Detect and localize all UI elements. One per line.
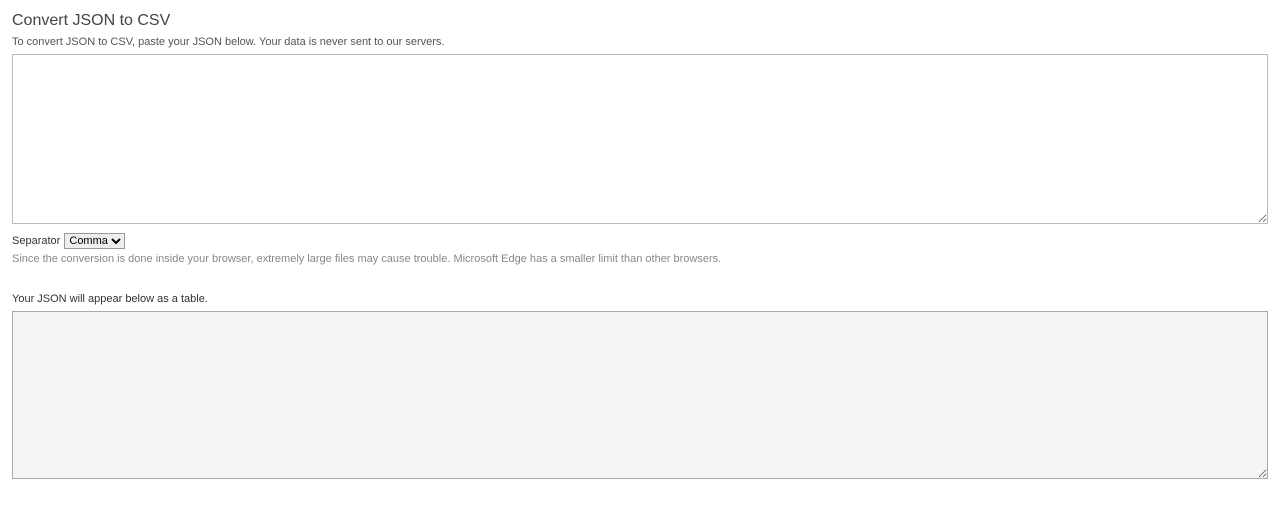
browser-note: Since the conversion is done inside your… xyxy=(12,253,1268,265)
output-label: Your JSON will appear below as a table. xyxy=(12,293,1268,305)
separator-select[interactable]: Comma xyxy=(64,233,125,249)
page-subtitle: To convert JSON to CSV, paste your JSON … xyxy=(12,36,1268,48)
output-area[interactable] xyxy=(12,311,1268,479)
separator-label: Separator xyxy=(12,235,60,247)
page-title: Convert JSON to CSV xyxy=(12,12,1268,30)
json-input[interactable] xyxy=(12,54,1268,224)
